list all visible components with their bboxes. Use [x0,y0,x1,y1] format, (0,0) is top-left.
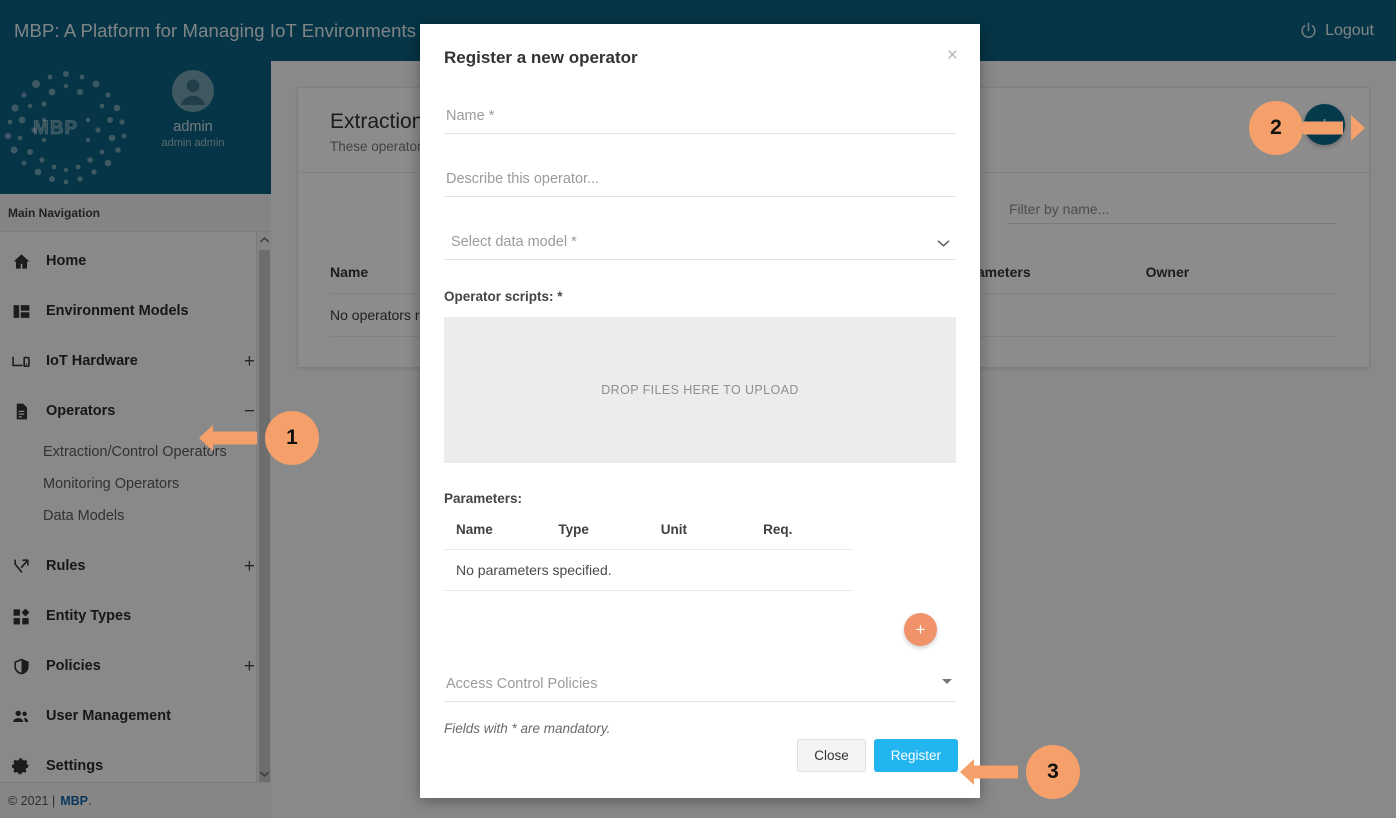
parameters-empty-message: No parameters specified. [444,549,854,591]
dialog-footer: Close Register [420,739,980,798]
operator-scripts-label: Operator scripts: * [444,289,563,304]
param-column-unit: Unit [660,522,688,537]
annotation-3-bar [972,765,1018,779]
parameters-empty-row: No parameters specified. [444,549,854,591]
operator-description-input[interactable] [444,165,956,197]
access-control-wrapper [444,670,956,702]
annotation-3-arrowhead [960,759,974,785]
add-parameter-row: + [444,613,956,646]
mandatory-note: Fields with * are mandatory. [444,721,611,736]
dialog-header: Register a new operator × [420,24,980,80]
dialog-title: Register a new operator [444,48,638,67]
dropzone-text: DROP FILES HERE TO UPLOAD [601,383,799,397]
parameters-label: Parameters: [444,491,523,506]
annotation-1-badge: 1 [265,411,319,465]
annotation-1-bar [211,431,257,445]
file-dropzone[interactable]: DROP FILES HERE TO UPLOAD [444,317,956,463]
annotation-1-arrowhead [199,425,213,451]
parameters-table: Name Type Unit Req. No parameters specif… [444,522,854,591]
register-operator-dialog: Register a new operator × Operator scrip… [420,24,980,798]
parameters-header-row: Name Type Unit Req. [444,522,854,550]
register-button[interactable]: Register [873,739,958,772]
param-column-type: Type [558,522,589,537]
operator-name-input[interactable] [444,102,956,134]
data-model-select[interactable] [444,228,956,260]
access-control-policies-select[interactable] [444,670,956,702]
param-column-name: Name [456,522,493,537]
close-button[interactable]: Close [797,739,866,772]
data-model-select-wrapper [444,228,956,260]
annotation-step-1: 1 [199,411,319,465]
annotation-3-badge: 3 [1026,745,1080,799]
add-parameter-button[interactable]: + [904,613,937,646]
close-icon[interactable]: × [947,46,958,65]
app-root: Extraction/Control Operators These opera… [0,0,1396,818]
annotation-step-2: 2 [1249,101,1365,155]
annotation-step-3: 3 [960,745,1080,799]
dialog-body: Operator scripts: * DROP FILES HERE TO U… [420,80,980,739]
annotation-2-arrowhead [1351,115,1365,141]
param-column-req: Req. [763,522,793,537]
annotation-2-badge: 2 [1249,101,1303,155]
annotation-2-bar [1303,121,1343,135]
